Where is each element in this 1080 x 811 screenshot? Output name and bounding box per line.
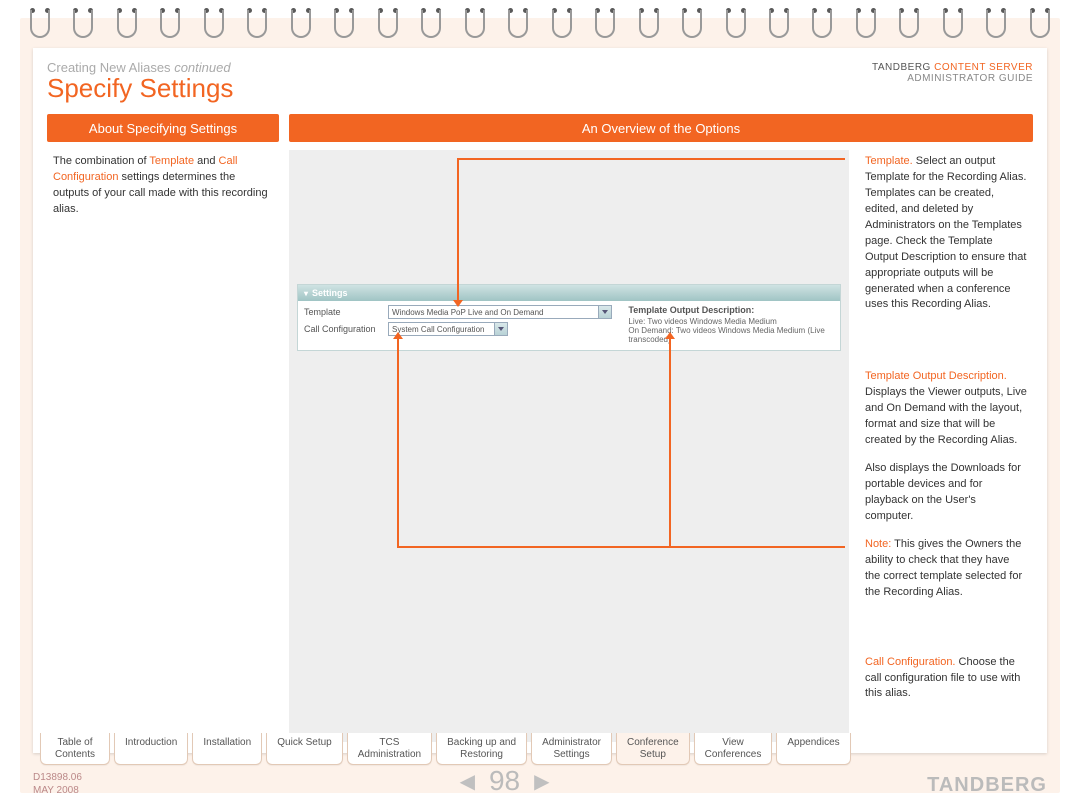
- pager: ◀ 98 ▶: [460, 765, 550, 797]
- settings-header-label: Settings: [312, 288, 348, 298]
- chevron-down-icon: [602, 310, 608, 314]
- nav-tab-backing-up-and[interactable]: Backing up andRestoring: [436, 733, 527, 765]
- brand-name: TANDBERG: [872, 62, 931, 73]
- nav-tab-table-of[interactable]: Table ofContents: [40, 733, 110, 765]
- template-value: Windows Media PoP Live and On Demand: [392, 308, 544, 317]
- template-label: Template: [304, 307, 382, 317]
- screenshot-panel: ▾ Settings Template Windows Media PoP Li…: [289, 150, 849, 742]
- collapse-icon: ▾: [304, 289, 308, 298]
- callout-line: [669, 338, 671, 548]
- footer-brand: TANDBERG: [927, 774, 1047, 797]
- tab-overview-options: An Overview of the Options: [289, 114, 1033, 142]
- callcfg-select[interactable]: System Call Configuration: [388, 322, 508, 336]
- page-content: Creating New Aliases continued Specify S…: [33, 48, 1047, 753]
- nav-tab-appendices[interactable]: Appendices: [776, 733, 850, 765]
- output-description: Template Output Description: Live: Two v…: [628, 305, 834, 344]
- brand-block: TANDBERG CONTENT SERVER ADMINISTRATOR GU…: [872, 62, 1033, 84]
- chevron-down-icon: [498, 327, 504, 331]
- nav-tab-view[interactable]: ViewConferences: [694, 733, 773, 765]
- nav-tab-installation[interactable]: Installation: [192, 733, 262, 765]
- brand-product: CONTENT SERVER: [934, 62, 1033, 73]
- callout-line: [457, 158, 845, 160]
- template-select[interactable]: Windows Media PoP Live and On Demand: [388, 305, 612, 319]
- desc-note: Note: This gives the Owners the ability …: [865, 537, 1027, 601]
- arrowhead-down-icon: [453, 300, 463, 307]
- callcfg-value: System Call Configuration: [392, 325, 484, 334]
- output-desc-line2: On Demand: Two videos Windows Media Medi…: [628, 326, 834, 344]
- doc-id: D13898.06: [33, 771, 82, 784]
- settings-panel: ▾ Settings Template Windows Media PoP Li…: [297, 284, 841, 351]
- brand-subtitle: ADMINISTRATOR GUIDE: [872, 73, 1033, 84]
- template-row: Template Windows Media PoP Live and On D…: [304, 305, 612, 319]
- desc-template: Template. Select an output Template for …: [865, 154, 1027, 313]
- nav-tab-quick-setup[interactable]: Quick Setup: [266, 733, 342, 765]
- doc-date: MAY 2008: [33, 784, 82, 797]
- next-page-button[interactable]: ▶: [534, 769, 549, 794]
- callcfg-label: Call Configuration: [304, 324, 382, 334]
- callout-line: [397, 338, 399, 548]
- desc-template-output-2: Also displays the Downloads for portable…: [865, 461, 1027, 525]
- description-column: Template. Select an output Template for …: [859, 150, 1033, 742]
- arrowhead-up-icon: [393, 332, 403, 339]
- callout-line: [397, 546, 845, 548]
- section-tabs: About Specifying Settings An Overview of…: [47, 114, 1033, 142]
- nav-tab-introduction[interactable]: Introduction: [114, 733, 188, 765]
- output-desc-header: Template Output Description:: [628, 305, 834, 315]
- settings-panel-header[interactable]: ▾ Settings: [298, 285, 840, 301]
- bottom-nav: Table ofContentsIntroductionInstallation…: [40, 733, 851, 765]
- nav-tab-administrator[interactable]: AdministratorSettings: [531, 733, 612, 765]
- body-columns: The combination of Template and Call Con…: [47, 150, 1033, 742]
- footer: D13898.06 MAY 2008 ◀ 98 ▶ TANDBERG: [33, 765, 1047, 797]
- settings-panel-body: Template Windows Media PoP Live and On D…: [298, 301, 840, 350]
- callcfg-row: Call Configuration System Call Configura…: [304, 322, 612, 336]
- arrowhead-up-icon: [665, 332, 675, 339]
- tab-about-specifying: About Specifying Settings: [47, 114, 279, 142]
- about-column: The combination of Template and Call Con…: [47, 150, 279, 742]
- desc-call-config: Call Configuration. Choose the call conf…: [865, 655, 1027, 703]
- callout-line: [457, 158, 459, 300]
- about-paragraph: The combination of Template and Call Con…: [53, 154, 273, 218]
- nav-tab-conference[interactable]: ConferenceSetup: [616, 733, 690, 765]
- doc-meta: D13898.06 MAY 2008: [33, 771, 82, 797]
- spiral-binding: [30, 8, 1050, 48]
- desc-template-output: Template Output Description. Displays th…: [865, 369, 1027, 449]
- output-desc-line1: Live: Two videos Windows Media Medium: [628, 317, 834, 326]
- nav-tab-tcs[interactable]: TCSAdministration: [347, 733, 432, 765]
- page-number: 98: [489, 765, 520, 797]
- prev-page-button[interactable]: ◀: [460, 769, 475, 794]
